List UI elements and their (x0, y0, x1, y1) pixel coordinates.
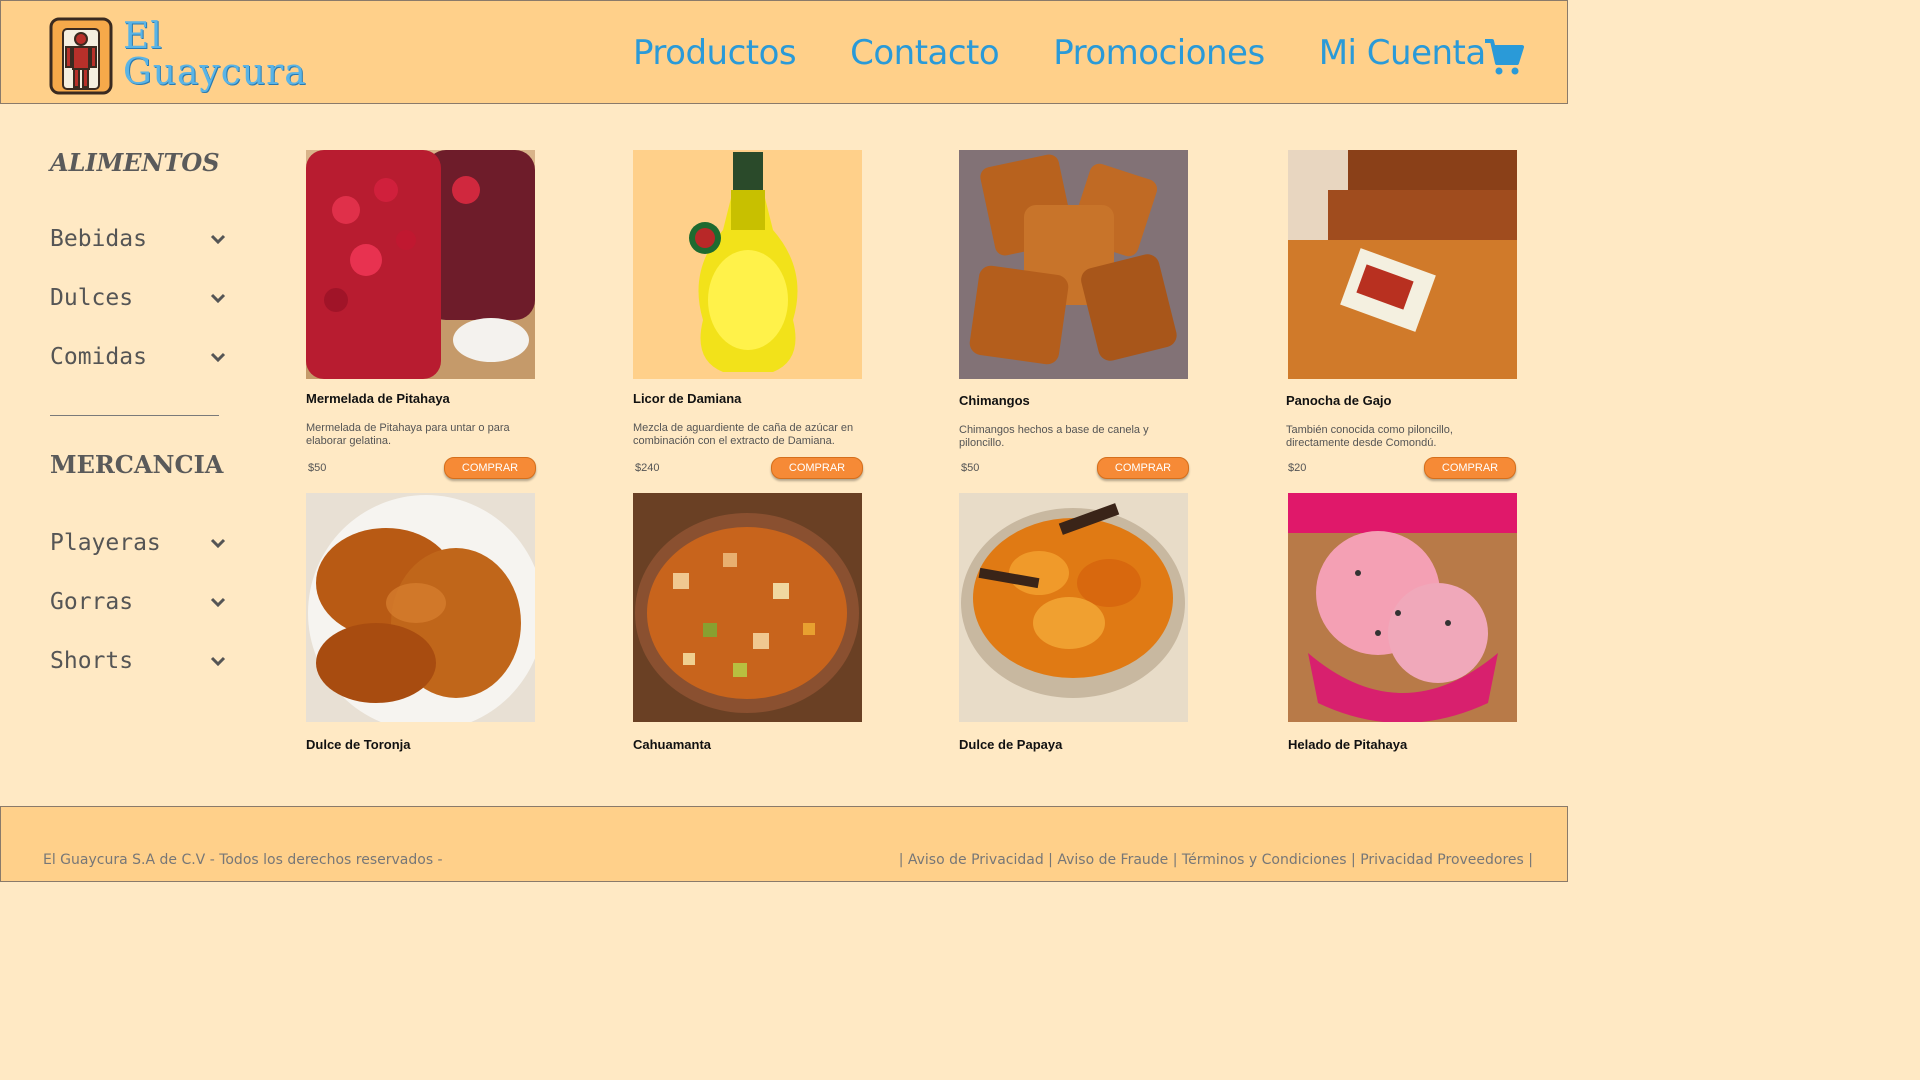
product-footer: $50 COMPRAR (959, 457, 1189, 479)
footer-separator: | (1172, 852, 1182, 868)
buy-button[interactable]: COMPRAR (1097, 457, 1189, 479)
brand-line-2: Guaycura (123, 52, 307, 93)
footer-link-aviso-privacidad[interactable]: Aviso de Privacidad (908, 852, 1044, 868)
chimangos-photo (959, 150, 1188, 379)
product-name: Licor de Damiana (633, 391, 742, 406)
sidebar-divider (50, 415, 219, 416)
product-name: Dulce de Papaya (959, 737, 1063, 752)
sidebar-item-label: Bebidas (50, 226, 147, 252)
footer-link-terminos[interactable]: Términos y Condiciones (1182, 852, 1347, 868)
chevron-down-icon (210, 656, 226, 666)
cahuamanta-photo (633, 493, 862, 722)
product-description: Chimangos hechos a base de canela y pilo… (959, 424, 1149, 449)
brand-name: El Guaycura (123, 19, 307, 91)
footer-link-privacidad-proveedores[interactable]: Privacidad Proveedores (1360, 852, 1524, 868)
nav-mi-cuenta[interactable]: Mi Cuenta (1319, 33, 1487, 73)
product-card: Helado de Pitahaya (1288, 493, 1518, 752)
product-price: $240 (635, 462, 660, 474)
chevron-down-icon (210, 352, 226, 362)
site-header: El Guaycura Productos Contacto Promocion… (0, 0, 1568, 104)
product-footer: $20 COMPRAR (1286, 457, 1516, 479)
product-image[interactable] (959, 493, 1188, 722)
buy-button[interactable]: COMPRAR (444, 457, 536, 479)
helado-photo (1288, 493, 1517, 722)
cart-icon[interactable] (1483, 37, 1525, 77)
product-name: Panocha de Gajo (1286, 393, 1392, 408)
sidebar-item-label: Playeras (50, 530, 161, 556)
nav-productos[interactable]: Productos (633, 33, 797, 73)
site-footer: El Guaycura S.A de C.V - Todos los derec… (0, 806, 1568, 882)
product-description: Mermelada de Pitahaya para untar o para … (306, 422, 510, 447)
chevron-down-icon (210, 597, 226, 607)
section-title-mercancia: MERCANCIA (50, 450, 224, 479)
toronja-photo (306, 493, 535, 722)
buy-button[interactable]: COMPRAR (771, 457, 863, 479)
footer-separator: | (898, 852, 908, 868)
sidebar-item-label: Comidas (50, 344, 147, 370)
brand-line-1: El (123, 16, 163, 57)
logo-mark-icon (49, 17, 113, 95)
product-card: Dulce de Toronja (306, 493, 536, 752)
product-description: Mezcla de aguardiente de caña de azúcar … (633, 422, 854, 447)
chevron-down-icon (210, 293, 226, 303)
sidebar-item-label: Dulces (50, 285, 134, 311)
main-nav: Productos Contacto Promociones Mi Cuenta (633, 33, 1540, 73)
chevron-down-icon (210, 538, 226, 548)
product-card: Cahuamanta (633, 493, 863, 752)
product-price: $50 (308, 462, 327, 474)
product-image[interactable] (1288, 493, 1517, 722)
sidebar-item-gorras[interactable]: Gorras (50, 589, 226, 615)
product-card: Panocha de Gajo También conocida como pi… (1286, 150, 1517, 482)
buy-button[interactable]: COMPRAR (1424, 457, 1516, 479)
product-image[interactable] (633, 493, 862, 722)
product-card: Licor de Damiana Mezcla de aguardiente d… (633, 150, 863, 482)
section-title-alimentos: ALIMENTOS (50, 148, 220, 177)
sidebar-item-label: Gorras (50, 589, 134, 615)
nav-contacto[interactable]: Contacto (850, 33, 1000, 73)
sidebar-item-comidas[interactable]: Comidas (50, 344, 226, 370)
product-name: Helado de Pitahaya (1288, 737, 1408, 752)
pitahaya-jam-photo (306, 150, 535, 379)
sidebar-item-shorts[interactable]: Shorts (50, 648, 226, 674)
sidebar-item-bebidas[interactable]: Bebidas (50, 226, 226, 252)
product-footer: $50 COMPRAR (306, 457, 536, 479)
sidebar-item-playeras[interactable]: Playeras (50, 530, 226, 556)
product-price: $20 (1288, 462, 1307, 474)
product-card: Mermelada de Pitahaya Mermelada de Pitah… (306, 150, 536, 482)
product-description: También conocida como piloncillo, direct… (1286, 424, 1453, 449)
product-footer: $240 COMPRAR (633, 457, 863, 479)
product-card: Chimangos Chimangos hechos a base de can… (959, 150, 1189, 482)
product-image[interactable] (1288, 150, 1517, 379)
product-name: Mermelada de Pitahaya (306, 391, 450, 406)
sidebar-item-dulces[interactable]: Dulces (50, 285, 226, 311)
footer-link-aviso-fraude[interactable]: Aviso de Fraude (1057, 852, 1168, 868)
copyright-text: El Guaycura S.A de C.V - Todos los derec… (43, 852, 443, 868)
footer-links: | Aviso de Privacidad | Aviso de Fraude … (899, 852, 1533, 868)
footer-separator: | (1528, 852, 1533, 868)
product-card: Dulce de Papaya (959, 493, 1189, 752)
footer-separator: | (1351, 852, 1361, 868)
sidebar-item-label: Shorts (50, 648, 134, 674)
product-image[interactable] (306, 493, 535, 722)
panocha-photo (1288, 150, 1517, 379)
chevron-down-icon (210, 234, 226, 244)
product-name: Cahuamanta (633, 737, 712, 752)
logo[interactable]: El Guaycura (49, 15, 307, 95)
product-image[interactable] (633, 150, 862, 379)
product-image[interactable] (959, 150, 1188, 379)
damiana-bottle-photo (633, 150, 862, 379)
product-name: Dulce de Toronja (306, 737, 411, 752)
papaya-photo (959, 493, 1188, 722)
footer-separator: | (1048, 852, 1058, 868)
product-name: Chimangos (959, 393, 1030, 408)
product-price: $50 (961, 462, 980, 474)
nav-promociones[interactable]: Promociones (1053, 33, 1265, 73)
product-image[interactable] (306, 150, 535, 379)
